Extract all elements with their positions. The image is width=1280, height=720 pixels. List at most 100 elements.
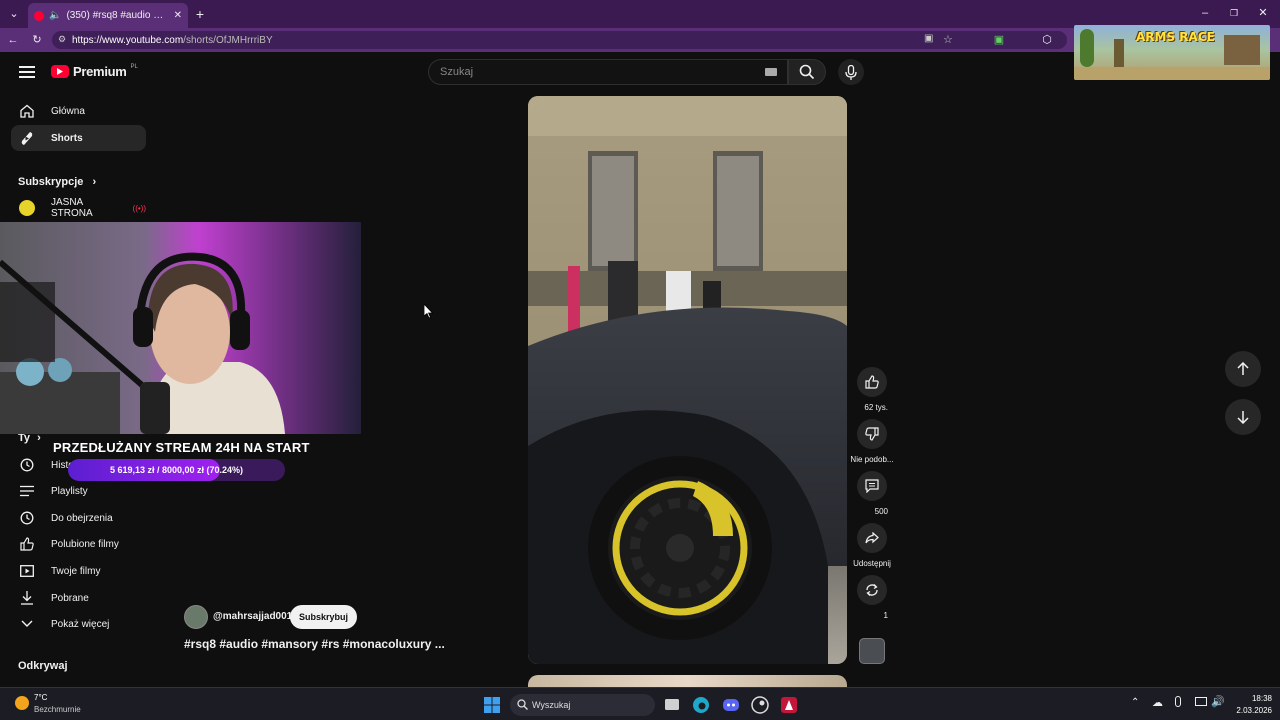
comment-count: 500 [874,507,888,516]
channel-name[interactable]: @mahrsajjad001 [213,611,292,622]
soldier-figure [1114,39,1124,69]
next-short-preview[interactable] [528,675,847,687]
subscriptions-title: Subskrypcje [18,176,84,188]
app-red-icon[interactable] [780,696,798,714]
dislike-label: Nie podob... [850,455,894,464]
weather-description[interactable]: Bezchmurnie [34,705,81,714]
previous-short-button[interactable] [1225,351,1261,387]
extension-icon[interactable]: ▣ [992,33,1006,47]
game-title: ARMS RACE [1136,30,1215,44]
site-info-icon[interactable]: ⚙ [58,34,66,45]
onedrive-icon[interactable]: ☁ [1152,696,1163,709]
weather-temperature[interactable]: 7°C [34,693,47,702]
task-view-icon[interactable] [663,696,681,714]
bookmark-star-icon[interactable]: ☆ [943,33,953,46]
like-count: 62 tys. [864,403,888,412]
taskbar-time[interactable]: 18:38 [1232,694,1272,703]
download-icon [19,590,35,606]
sidebar-item-show-more[interactable]: Pokaż więcej [11,611,146,637]
keyboard-icon[interactable] [765,68,777,76]
arrow-up-icon [1237,362,1249,375]
reload-icon[interactable]: ↻ [30,33,44,47]
taskbar-date[interactable]: 2.03.2026 [1222,706,1272,715]
dislike-button[interactable] [857,419,887,449]
search-icon [799,64,815,80]
history-icon [19,457,35,473]
minimize-icon[interactable]: – [1198,6,1212,20]
webcam-frame [0,222,361,434]
remix-button[interactable] [857,575,887,605]
audio-thumbnail[interactable] [859,638,885,664]
like-button[interactable] [857,367,887,397]
search-button[interactable] [788,59,826,85]
search-input[interactable]: Szukaj [428,59,788,85]
share-action[interactable]: Udostępnij [853,523,891,571]
sidebar-item-shorts[interactable]: Shorts [11,125,146,151]
search-placeholder: Szukaj [440,66,474,78]
sidebar-item-watch-later[interactable]: Do obejrzenia [11,505,146,531]
fortress-decoration [1224,35,1260,65]
mouse-cursor-icon [424,304,434,319]
back-icon[interactable]: ← [6,33,20,47]
edge-icon[interactable] [692,696,710,714]
window-close-icon[interactable]: ✕ [1256,6,1270,20]
stream-title: PRZEDŁUŻANY STREAM 24H NA START [53,440,310,455]
sidebar-item-your-videos[interactable]: Twoje filmy [11,558,146,584]
streamer-webcam [0,222,361,434]
audio-playing-icon[interactable]: 🔈 [49,10,61,21]
taskbar-search[interactable]: Wyszukaj [510,694,655,716]
sidebar-item-label: Pokaż więcej [51,618,110,630]
sidebar-item-home[interactable]: Główna [11,98,146,124]
share-button[interactable] [857,523,887,553]
new-tab-icon[interactable]: + [193,7,207,21]
short-video-player[interactable] [528,96,847,664]
sidebar-item-liked[interactable]: Polubione filmy [11,531,146,557]
url-host: https://www.youtube.com [72,34,184,46]
sidebar-item-label: Twoje filmy [51,565,101,577]
taskbar-search-label: Wyszukaj [532,700,571,710]
subscribe-button[interactable]: Subskrybuj [290,605,357,629]
sidebar-item-label: Shorts [51,132,83,144]
youtube-favicon-icon [34,10,44,21]
shorts-icon [19,130,35,146]
app-icon[interactable]: ▣ [924,33,933,44]
weather-icon[interactable] [15,696,29,710]
sidebar-item-jasna-strona[interactable]: JASNA STRONA ((•)) [11,195,146,221]
browser-tab[interactable]: 🔈 (350) #rsq8 #audio #mansory ✕ [28,3,188,28]
like-action[interactable]: 62 tys. [856,367,888,415]
like-icon [19,536,35,552]
explore-heading: Odkrywaj [18,660,68,672]
comments-action[interactable]: 500 [856,471,888,519]
donation-goal-bar: 5 619,13 zł / 8000,00 zł (70.24%) [68,459,285,481]
comments-button[interactable] [857,471,887,501]
show-hidden-icons[interactable]: ⌃ [1131,697,1139,708]
display-icon[interactable] [1195,697,1207,706]
voice-search-button[interactable] [838,59,864,85]
steam-icon[interactable] [751,696,769,714]
sidebar-item-downloads[interactable]: Pobrane [11,585,146,611]
home-icon [19,103,35,119]
share-icon [865,532,879,544]
channel-avatar[interactable] [184,605,208,629]
tab-title: (350) #rsq8 #audio #mansory [66,10,168,21]
microphone-icon[interactable] [1175,696,1181,707]
dislike-action[interactable]: Nie podob... [850,419,894,467]
extensions-puzzle-icon[interactable]: ⬡ [1040,33,1054,47]
remix-action[interactable]: 1 [856,575,888,623]
windows-taskbar: 7°C Bezchmurnie Wyszukaj ⌃ ☁ 🔊 18:38 2.0… [0,687,1280,720]
tab-close-icon[interactable]: ✕ [174,10,182,21]
video-frame [528,96,847,664]
sidebar-item-label: Playlisty [51,485,88,497]
discord-icon[interactable] [722,696,740,714]
sidebar-item-label: Główna [51,105,85,117]
sidebar-item-playlists[interactable]: Playlisty [11,478,146,504]
microphone-icon [845,64,857,80]
start-icon[interactable] [483,696,501,714]
comment-icon [865,479,879,493]
tab-list-icon[interactable]: ⌄ [7,7,21,21]
subscriptions-heading[interactable]: Subskrypcje › [18,176,96,188]
restore-icon[interactable]: ❐ [1227,6,1241,20]
short-title[interactable]: #rsq8 #audio #mansory #rs #monacoluxury … [184,637,445,651]
address-bar[interactable]: ⚙ https://www.youtube.com/shorts/OfJMHrr… [52,31,1067,49]
next-short-button[interactable] [1225,399,1261,435]
